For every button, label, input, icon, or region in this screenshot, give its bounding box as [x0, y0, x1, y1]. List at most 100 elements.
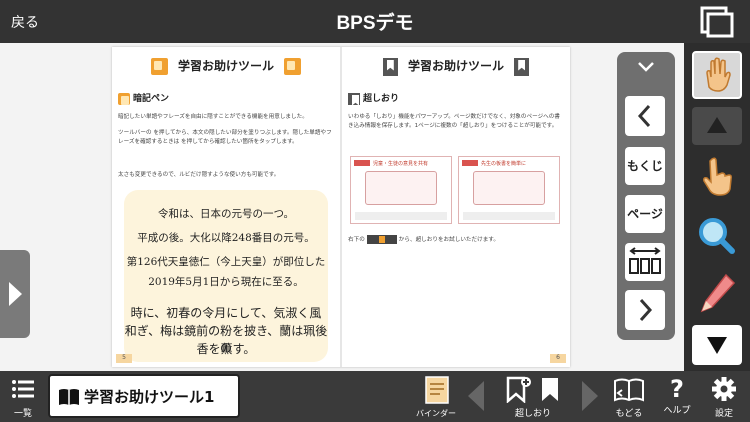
poem-line: 平成の後。大化以降248番目の元号。	[137, 232, 315, 244]
gear-icon	[712, 377, 736, 401]
return-label: もどる	[615, 409, 643, 419]
book-spread[interactable]: 学習お助けツール 暗記ペン 暗記したい単語やフレーズを自由に隠すことができる機能…	[112, 47, 570, 367]
bookmark-add-icon	[506, 376, 558, 404]
current-book-title[interactable]: 学習お助けツール1	[48, 374, 240, 418]
binder-notebook-icon	[425, 376, 449, 404]
hand-icon	[706, 57, 731, 92]
bookmark-icon	[514, 57, 530, 76]
poem-line: 令和は、日本の元号の一つ。	[157, 208, 295, 220]
settings-label: 設定	[714, 409, 733, 419]
scroll-up-button[interactable]	[692, 107, 742, 145]
list-button[interactable]: 一覧	[8, 375, 38, 419]
poem-line: 2019年5月1日から現在に至る。	[148, 276, 304, 288]
question-mark-icon: ?	[670, 375, 684, 403]
left-title-text: 学習お助けツール	[177, 59, 274, 73]
left-section-text: 暗記ペン	[133, 94, 170, 104]
left-page[interactable]: 学習お助けツール 暗記ペン 暗記したい単語やフレーズを自由に隠すことができる機能…	[112, 47, 340, 367]
binder-button[interactable]: バインダー	[415, 375, 457, 419]
bookmark-prev-button[interactable]	[466, 379, 488, 416]
left-paragraph-3: 太さも変更できるので、ルビだけ隠すような使い方も可能です。	[118, 172, 280, 178]
left-page-title: 学習お助けツール	[112, 57, 340, 79]
illustration-label: 児童・生徒の意見を共有	[373, 161, 429, 167]
right-page-title: 学習お助けツール	[342, 57, 570, 79]
page-jump-button[interactable]: ページ	[625, 195, 665, 233]
illustration-tag	[354, 160, 370, 166]
two-page-spread-icon	[629, 247, 661, 274]
poem-line: 香を薫す。	[196, 342, 256, 356]
list-label: 一覧	[13, 409, 32, 419]
tool-strip	[684, 43, 750, 371]
teacher-figure	[473, 171, 545, 205]
collapse-panel-button[interactable]	[636, 58, 656, 77]
right-paragraph-2: 右下の から、超しおりをお試しいただけます。	[348, 235, 564, 245]
triangle-right-icon	[582, 381, 598, 411]
magnifier-icon	[699, 218, 735, 254]
open-book-icon	[59, 389, 79, 405]
bookmark-next-button[interactable]	[578, 379, 600, 416]
right-p2-after: から、超しおりをお試しいただけます。	[398, 237, 499, 243]
scroll-down-button[interactable]	[692, 325, 742, 365]
classroom-figure	[365, 171, 437, 205]
right-title-text: 学習お助けツール	[407, 59, 504, 73]
illustration-caption	[355, 212, 447, 220]
previous-panel-handle[interactable]	[0, 250, 30, 338]
example-text-box: 令和は、日本の元号の一つ。 平成の後。大化以降248番目の元号。 第126代天皇…	[124, 190, 328, 362]
help-label: ヘルプ	[663, 406, 691, 416]
zoom-tool-button[interactable]	[692, 211, 742, 259]
pen-tool-button[interactable]	[692, 269, 742, 317]
pencil-icon	[700, 273, 736, 313]
left-section-heading: 暗記ペン	[118, 91, 169, 105]
right-paragraph-1: いわゆる「しおり」機能をパワーアップ。ページ数だけでなく、対象のページへの書き込…	[348, 114, 560, 129]
poem-line: 第126代天皇徳仁（今上天皇）が即位した	[126, 256, 326, 268]
copy-pages-icon	[700, 6, 734, 38]
poem-line: 時に、初春の令月にして、気淑く風	[130, 306, 322, 320]
chevron-down-icon	[638, 62, 654, 72]
spread-view-button[interactable]	[625, 243, 665, 281]
right-p2-before: 右下の	[348, 237, 365, 243]
left-paragraph-1: 暗記したい単語やフレーズを自由に隠すことができる機能を用意しました。	[118, 114, 308, 120]
help-button[interactable]: ? ヘルプ	[659, 375, 695, 416]
right-page[interactable]: 学習お助けツール 超しおり いわゆる「しおり」機能をパワーアップ。ページ数だけで…	[342, 47, 570, 367]
settings-button[interactable]: 設定	[706, 375, 742, 419]
hand-tool-button[interactable]	[692, 51, 742, 99]
book-return-icon	[614, 378, 644, 402]
left-paragraph-2: ツールバーの を押してから、本文の隠したい部分を塗りつぶします。隠した単語やフレ…	[118, 130, 332, 145]
pointer-tool-button[interactable]	[692, 153, 742, 201]
super-bookmark-button[interactable]: 超しおり	[500, 375, 566, 419]
next-page-button[interactable]	[625, 290, 665, 330]
illustration-share: 児童・生徒の意見を共有	[350, 156, 452, 224]
right-section-heading: 超しおり	[348, 91, 399, 105]
binder-label: バインダー	[416, 409, 456, 418]
memo-pen-icon	[118, 92, 130, 105]
memo-pen-icon	[150, 58, 168, 75]
illustration-tag	[462, 160, 478, 166]
chevron-left-icon	[637, 104, 651, 128]
app-screen: 戻る BPSデモ 学習お助けツール 暗記ペン 暗記したい単語やフレーズを自由に隠…	[0, 0, 750, 422]
chevron-right-icon	[9, 282, 22, 306]
app-title: BPSデモ	[336, 13, 414, 34]
toc-button[interactable]: もくじ	[625, 147, 665, 185]
illustration-caption	[463, 212, 555, 220]
page-number: 5	[116, 354, 132, 363]
pointing-hand-icon	[703, 157, 732, 196]
right-section-text: 超しおり	[363, 94, 400, 104]
page-number: 6	[550, 354, 566, 363]
illustration-board: 先生の板書を簡単に	[458, 156, 560, 224]
bookmark-toolbar-icon	[366, 235, 397, 244]
memo-pen-icon	[284, 58, 302, 75]
illustration-label: 先生の板書を簡単に	[481, 161, 527, 167]
view-toggle-button[interactable]	[699, 6, 735, 38]
previous-page-button[interactable]	[625, 96, 665, 136]
bookmark-icon	[348, 92, 360, 105]
return-button[interactable]: もどる	[611, 375, 647, 419]
bookmark-icon	[382, 57, 398, 76]
triangle-up-icon	[707, 117, 727, 133]
top-header: 戻る BPSデモ	[0, 0, 750, 43]
list-icon	[12, 380, 34, 398]
triangle-down-icon	[707, 337, 727, 354]
bookmark-label: 超しおり	[514, 409, 551, 419]
triangle-left-icon	[468, 381, 484, 411]
navigation-panel: もくじ ページ	[617, 52, 675, 340]
chevron-right-icon	[639, 298, 653, 322]
book-title-text: 学習お助けツール1	[84, 388, 215, 406]
